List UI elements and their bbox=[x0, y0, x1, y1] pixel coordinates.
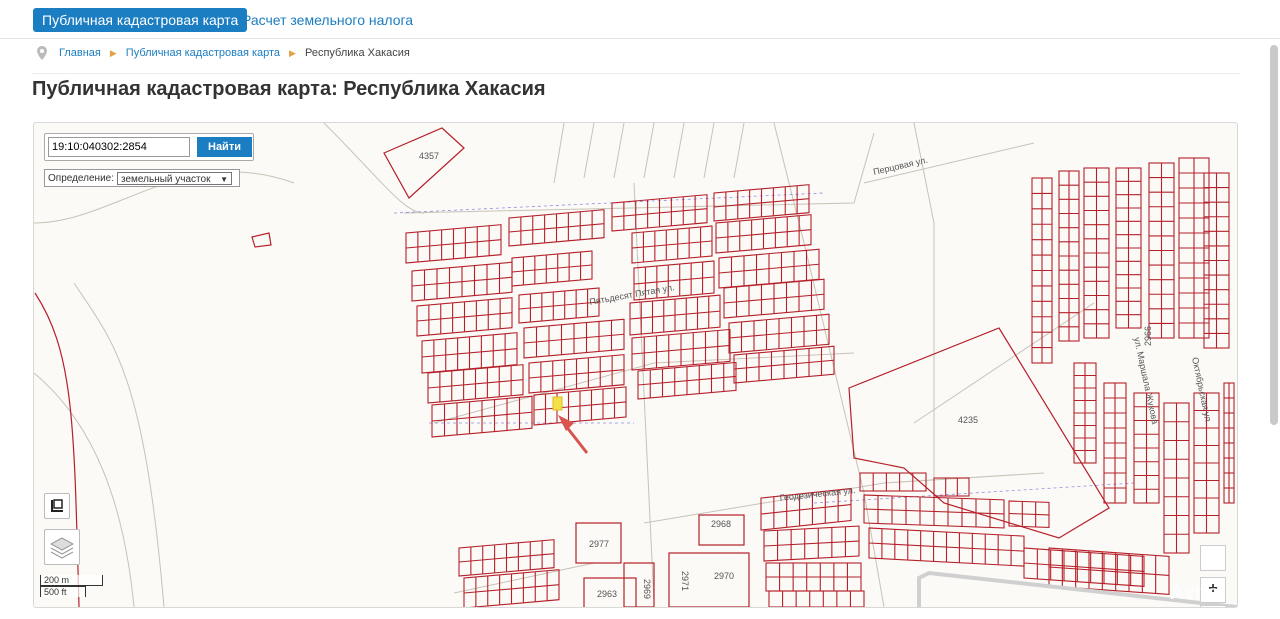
layers-button[interactable] bbox=[44, 529, 80, 565]
parcel-block bbox=[1203, 172, 1230, 349]
parcel-block bbox=[458, 539, 555, 577]
parcel-block bbox=[1083, 167, 1110, 339]
parcel-block bbox=[1163, 402, 1190, 554]
cadastral-number-input[interactable] bbox=[48, 137, 190, 157]
parcel-block bbox=[1073, 362, 1097, 464]
find-button[interactable]: Найти bbox=[197, 137, 252, 157]
definition-select-value: земельный участок bbox=[121, 173, 211, 185]
tab-land-tax[interactable]: Расчет земельного налога bbox=[233, 8, 422, 32]
parcel-block bbox=[723, 278, 825, 319]
parcel-block bbox=[416, 297, 513, 337]
selected-parcel[interactable] bbox=[552, 396, 563, 411]
page-scrollbar[interactable] bbox=[1270, 45, 1278, 425]
definition-panel: Определение: земельный участок ▼ bbox=[44, 169, 240, 187]
parcel-label-2977: 2977 bbox=[589, 539, 609, 549]
fullscreen-icon bbox=[51, 499, 63, 512]
parcel-label-4235: 4235 bbox=[958, 415, 978, 425]
watermark: Avito bbox=[1170, 582, 1220, 604]
location-pin-icon bbox=[37, 46, 47, 60]
breadcrumb-home-link[interactable]: Главная bbox=[59, 47, 101, 59]
breadcrumb: Главная ▶ Публичная кадастровая карта ▶ … bbox=[37, 45, 410, 61]
layers-icon bbox=[49, 537, 75, 559]
parcel-block bbox=[427, 364, 524, 404]
parcel-label-2971: 2971 bbox=[680, 571, 690, 591]
parcel-block bbox=[715, 214, 812, 254]
parcel-block bbox=[411, 261, 513, 302]
parcel-block bbox=[728, 313, 830, 354]
zoom-blank bbox=[1200, 545, 1226, 571]
parcel-block bbox=[405, 224, 502, 264]
parcel-label-4357: 4357 bbox=[419, 151, 439, 161]
zoom-out-button[interactable]: − bbox=[1200, 605, 1226, 607]
scale-imperial: 500 ft bbox=[40, 586, 86, 597]
breadcrumb-separator-icon: ▶ bbox=[109, 47, 117, 58]
parcel-block bbox=[1008, 500, 1050, 528]
parcel-block bbox=[1148, 162, 1175, 339]
parcel-block bbox=[611, 194, 708, 232]
scale-bar: 200 m 500 ft bbox=[40, 575, 103, 597]
tab-public-cadastral-map[interactable]: Публичная кадастровая карта bbox=[33, 8, 248, 32]
parcel-block bbox=[1103, 382, 1127, 504]
street-label-geodez: Геодезическая ул. bbox=[779, 485, 856, 503]
parcel-label-2963: 2963 bbox=[597, 589, 617, 599]
divider bbox=[32, 73, 1240, 74]
breadcrumb-current: Республика Хакасия bbox=[304, 47, 410, 59]
parcel-label-2968: 2968 bbox=[711, 519, 731, 529]
parcel-block bbox=[533, 386, 627, 426]
page-title: Публичная кадастровая карта: Республика … bbox=[32, 78, 546, 100]
parcel-block bbox=[765, 562, 862, 592]
parcel-block bbox=[1223, 382, 1235, 504]
parcel-block bbox=[1031, 177, 1053, 364]
search-panel: Найти bbox=[44, 133, 254, 161]
parcel-block bbox=[528, 354, 625, 394]
parcel-block bbox=[863, 494, 1005, 529]
parcel-grid[interactable] bbox=[405, 157, 1235, 607]
parcel-block bbox=[508, 209, 605, 247]
parcel-block bbox=[763, 525, 860, 562]
parcel-block bbox=[631, 225, 713, 264]
parcel-block bbox=[431, 395, 533, 438]
parcel-block bbox=[511, 250, 593, 287]
parcel-block bbox=[518, 287, 600, 324]
definition-label: Определение: bbox=[48, 172, 115, 184]
parcel-block bbox=[463, 569, 560, 607]
top-nav: Публичная кадастровая карта Расчет земел… bbox=[0, 0, 1280, 39]
scale-metric: 200 m bbox=[40, 575, 103, 586]
parcel-block bbox=[523, 318, 625, 359]
cadastral-map[interactable]: 4357 Перцовая ул. Пятьдесят Пятая ул. Ге… bbox=[33, 122, 1238, 608]
parcel-block bbox=[868, 527, 1025, 567]
parcel-block bbox=[629, 294, 721, 336]
street-label-pertsovaya: Перцовая ул. bbox=[872, 155, 928, 177]
fullscreen-button[interactable] bbox=[44, 493, 70, 519]
parcel-block bbox=[1115, 167, 1142, 329]
definition-select[interactable]: земельный участок ▼ bbox=[117, 171, 233, 185]
parcel-block bbox=[768, 590, 865, 607]
map-canvas[interactable]: 4357 Перцовая ул. Пятьдесят Пятая ул. Ге… bbox=[34, 123, 1237, 607]
parcel-label-2970: 2970 bbox=[714, 571, 734, 581]
breadcrumb-map-link[interactable]: Публичная кадастровая карта bbox=[126, 47, 280, 59]
parcel-label-2966: 2966 bbox=[1143, 326, 1153, 346]
breadcrumb-separator-icon: ▶ bbox=[289, 47, 296, 58]
parcel-block bbox=[718, 248, 820, 289]
parcel-block bbox=[713, 184, 810, 222]
chevron-down-icon: ▼ bbox=[220, 174, 229, 184]
parcel-label-2969: 2969 bbox=[642, 579, 652, 599]
